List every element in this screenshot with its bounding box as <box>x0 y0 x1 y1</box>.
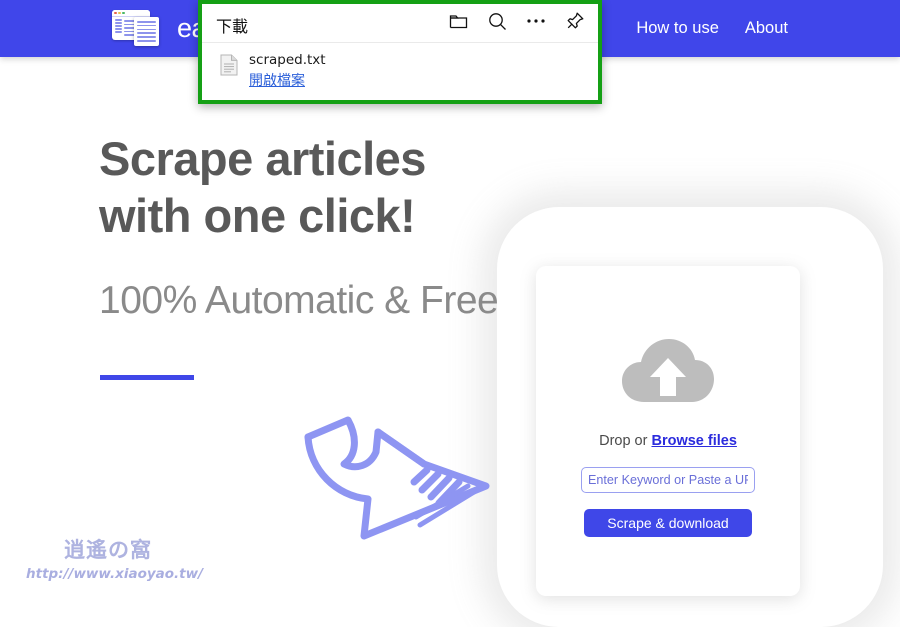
site-nav: How to use About <box>636 0 788 57</box>
cloud-upload-icon <box>622 339 714 402</box>
hero-underline-accent <box>100 375 194 380</box>
open-file-link[interactable]: 開啟檔案 <box>249 70 305 90</box>
more-options-icon[interactable] <box>525 10 547 32</box>
download-list-item[interactable]: scraped.txt 開啟檔案 <box>202 43 598 101</box>
download-filename: scraped.txt <box>249 52 326 68</box>
curved-arrow-icon <box>304 416 490 540</box>
browse-files-link[interactable]: Browse files <box>651 433 736 449</box>
pin-icon[interactable] <box>564 10 586 32</box>
search-icon[interactable] <box>486 10 508 32</box>
logo-document-shape <box>134 17 159 46</box>
hero-heading: Scrape articles with one click! <box>99 132 426 243</box>
logo-sidebar-col <box>115 19 122 36</box>
downloads-popup: 下載 scraped.txt 開啟檔案 <box>198 0 602 104</box>
logo-dot-green <box>122 11 125 15</box>
documents-logo-icon <box>112 8 168 48</box>
downloads-popup-header: 下載 <box>202 4 598 43</box>
logo-dot-red <box>114 11 117 15</box>
watermark-url: http://www.xiaoyao.tw/ <box>26 566 204 582</box>
text-file-icon <box>220 54 238 76</box>
watermark: 逍遙の窩 http://www.xiaoyao.tw/ <box>26 534 216 592</box>
drop-text: Drop or <box>599 433 652 449</box>
open-folder-icon[interactable] <box>447 10 469 32</box>
watermark-logo-text: 逍遙の窩 <box>64 538 152 562</box>
nav-link-how-to-use[interactable]: How to use <box>636 19 719 38</box>
drop-instruction: Drop or Browse files <box>536 433 800 449</box>
site-logo[interactable]: ea <box>112 6 207 50</box>
logo-window-titlebar <box>112 10 150 17</box>
scrape-card: Drop or Browse files Scrape & download <box>536 266 800 596</box>
nav-link-about[interactable]: About <box>745 19 788 38</box>
logo-dot-yellow <box>118 11 121 15</box>
scrape-and-download-button[interactable]: Scrape & download <box>584 509 752 537</box>
url-input[interactable] <box>581 467 755 493</box>
downloads-popup-actions <box>447 10 586 32</box>
hero-subheading: 100% Automatic & Free <box>99 279 499 322</box>
downloads-popup-title: 下載 <box>216 17 249 36</box>
